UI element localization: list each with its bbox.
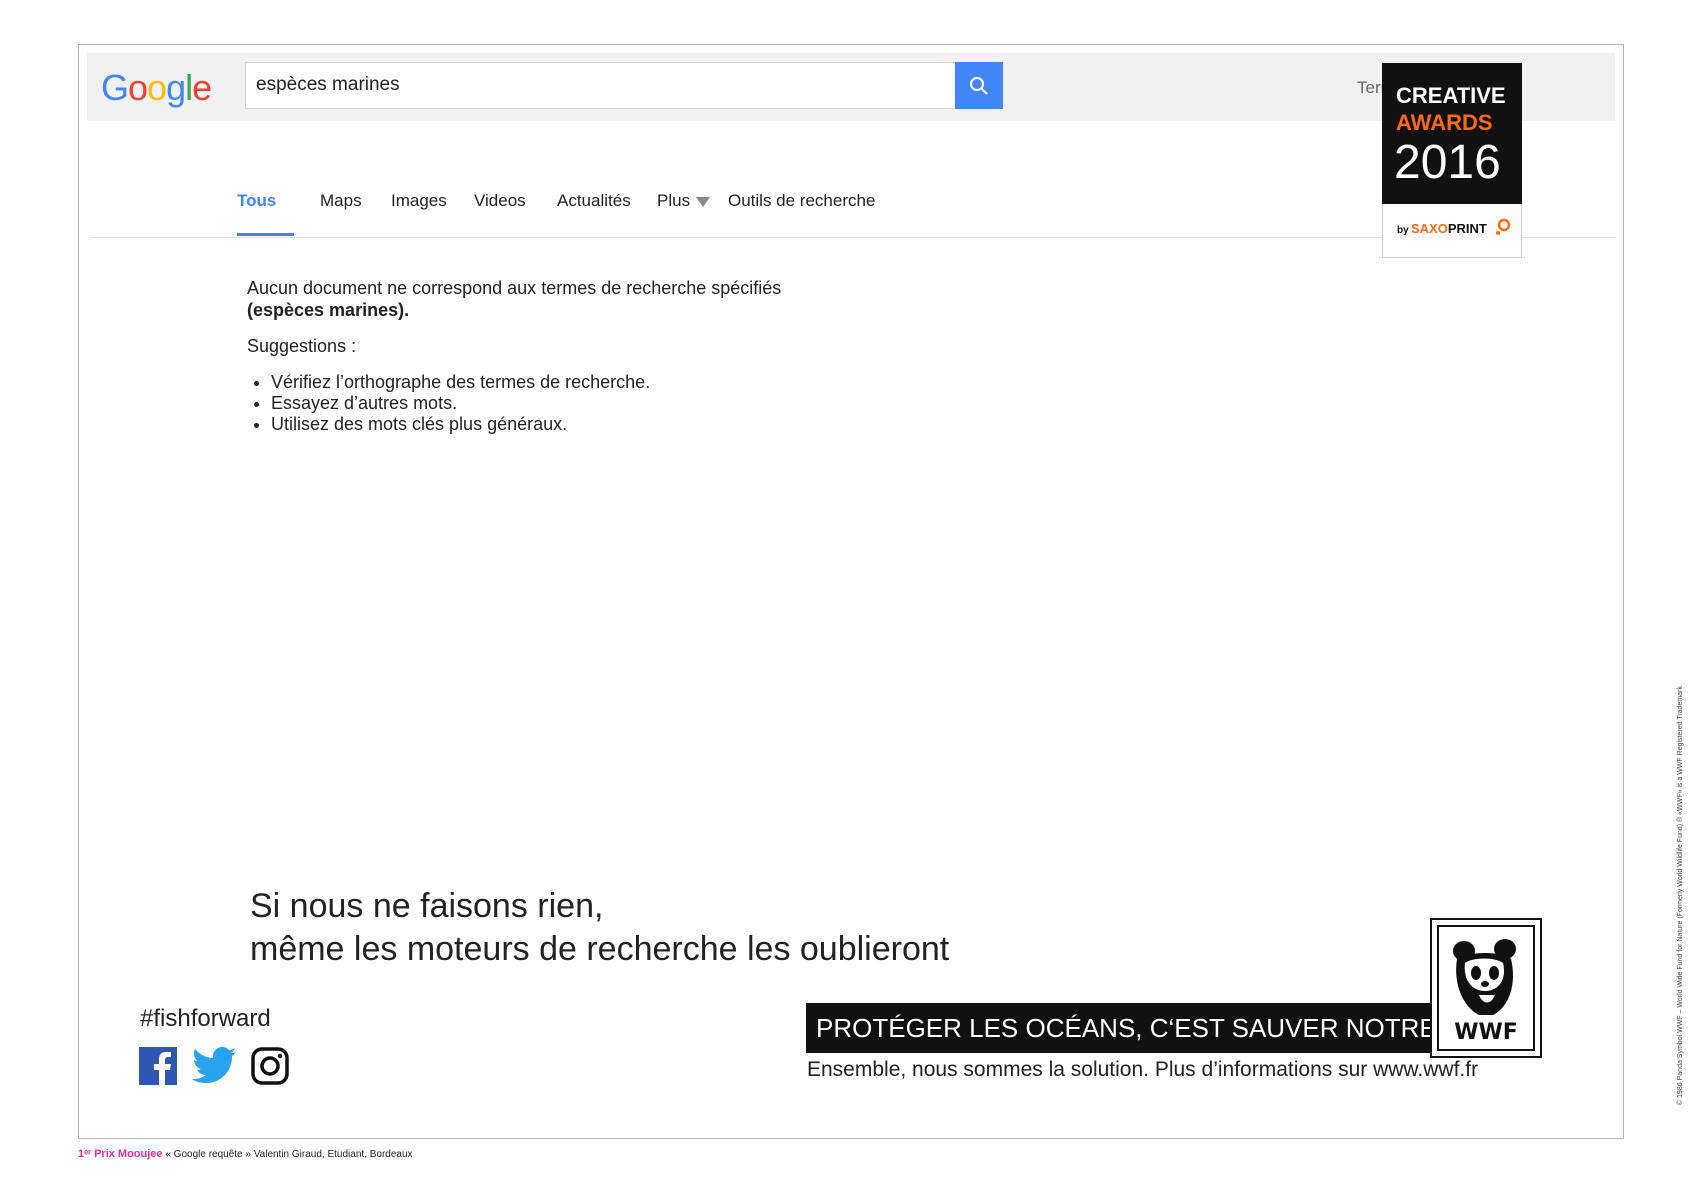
suggestions-list: Vérifiez l’orthographe des termes de rec… bbox=[247, 372, 781, 435]
social-icons bbox=[139, 1047, 289, 1085]
search-button[interactable] bbox=[955, 62, 1003, 109]
no-results-message: Aucun document ne correspond aux termes … bbox=[247, 277, 781, 435]
footer-credit: 1ᵉʳ Prix Mooujee « Google requête » Vale… bbox=[78, 1148, 413, 1160]
list-item: Utilisez des mots clés plus généraux. bbox=[271, 414, 781, 435]
wwf-logo: WWF bbox=[1430, 918, 1542, 1058]
chevron-down-icon bbox=[696, 196, 711, 207]
search-input[interactable] bbox=[246, 63, 946, 106]
tab-actualites[interactable]: Actualités bbox=[557, 191, 631, 211]
google-logo[interactable]: Google bbox=[101, 67, 212, 109]
tab-images[interactable]: Images bbox=[391, 191, 447, 211]
creative-awards-badge: CREATIVE AWARDS 2016 by SAXOPRINT bbox=[1382, 63, 1522, 259]
tab-tous[interactable]: Tous bbox=[237, 191, 276, 211]
campaign-banner: PROTÉGER LES OCÉANS, C‘EST SAUVER NOTRE … bbox=[806, 1003, 1562, 1053]
active-tab-indicator bbox=[237, 233, 294, 236]
panda-icon bbox=[1453, 939, 1516, 1015]
facebook-icon[interactable] bbox=[139, 1047, 177, 1085]
tab-plus[interactable]: Plus bbox=[657, 191, 711, 211]
tab-outils-de-recherche[interactable]: Outils de recherche bbox=[728, 191, 875, 211]
campaign-headline: Si nous ne faisons rien, même les moteur… bbox=[250, 887, 950, 968]
tab-maps[interactable]: Maps bbox=[320, 191, 362, 211]
list-item: Essayez d’autres mots. bbox=[271, 393, 781, 414]
magnifier-icon bbox=[970, 76, 988, 95]
legal-text: © 1986 Panda Symbol WWF – World Wide Fun… bbox=[1677, 686, 1684, 1105]
list-item: Vérifiez l’orthographe des termes de rec… bbox=[271, 372, 781, 393]
no-results-text: Aucun document ne correspond aux termes … bbox=[247, 278, 782, 298]
tab-videos[interactable]: Videos bbox=[474, 191, 526, 211]
saxoprint-logo-icon bbox=[1496, 218, 1511, 235]
search-input-container bbox=[245, 62, 957, 109]
hashtag: #fishforward bbox=[140, 1005, 271, 1032]
instagram-icon[interactable] bbox=[251, 1047, 289, 1085]
campaign-subline: Ensemble, nous sommes la solution. Plus … bbox=[807, 1058, 1479, 1081]
suggestions-heading: Suggestions : bbox=[247, 336, 357, 356]
no-results-query: (espèces marines). bbox=[247, 300, 410, 320]
twitter-icon[interactable] bbox=[191, 1047, 237, 1085]
